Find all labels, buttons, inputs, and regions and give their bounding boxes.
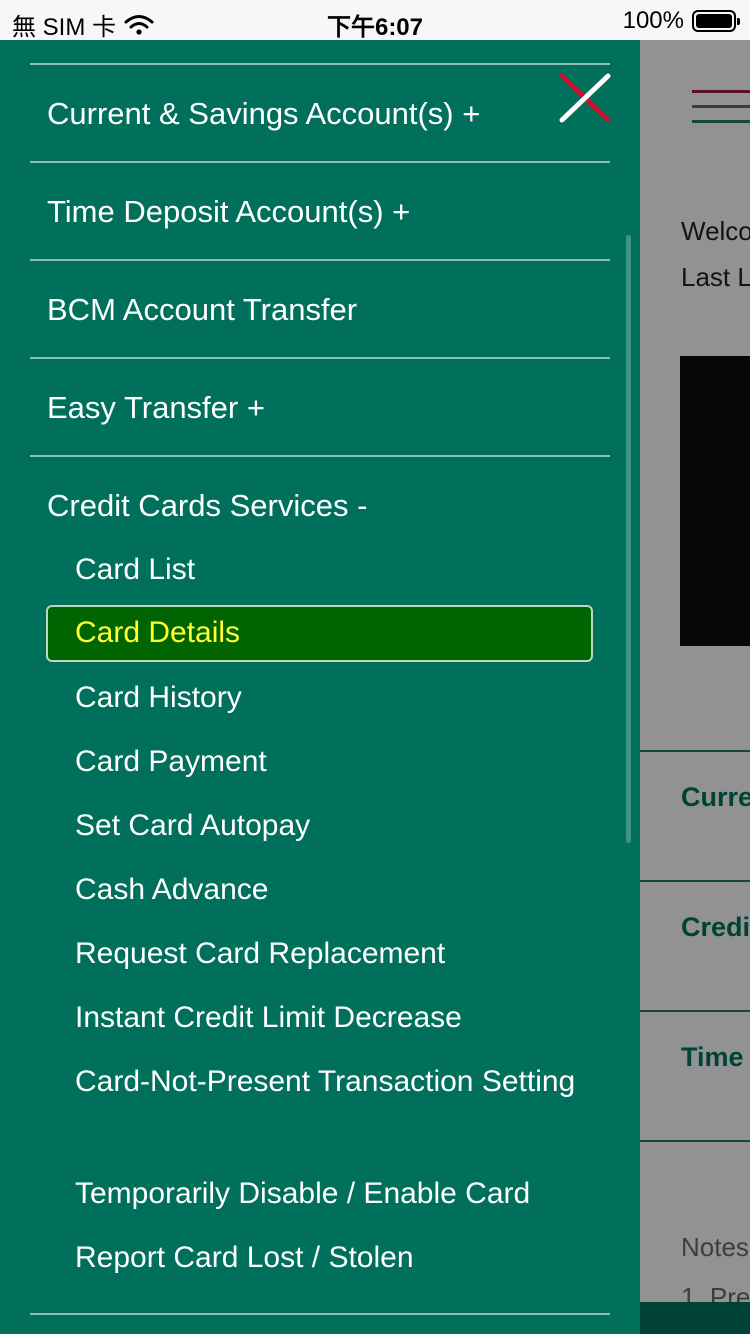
battery-icon xyxy=(692,10,740,32)
menu-item-current-savings[interactable]: Current & Savings Account(s) + xyxy=(47,96,480,132)
close-icon[interactable] xyxy=(556,70,616,124)
menu-divider xyxy=(30,259,610,261)
battery-percent: 100% xyxy=(622,7,684,34)
menu-item-credit-cards[interactable]: Credit Cards Services - xyxy=(47,488,367,524)
status-right: 100% xyxy=(622,7,740,35)
submenu-card-details-label: Card Details xyxy=(75,616,241,649)
menu-divider xyxy=(30,63,610,65)
status-bar: 無 SIM 卡 下午6:07 100% xyxy=(0,0,750,41)
menu-divider xyxy=(30,161,610,163)
menu-item-bcm-transfer[interactable]: BCM Account Transfer xyxy=(47,292,357,328)
submenu-cash-advance[interactable]: Cash Advance xyxy=(75,866,595,914)
submenu-card-details[interactable]: Card Details xyxy=(46,605,593,662)
submenu-disable-enable-card[interactable]: Temporarily Disable / Enable Card xyxy=(75,1170,595,1218)
menu-divider xyxy=(30,1313,610,1315)
menu-item-easy-transfer[interactable]: Easy Transfer + xyxy=(47,390,265,426)
menu-item-time-deposit[interactable]: Time Deposit Account(s) + xyxy=(47,194,410,230)
submenu-credit-limit-decrease[interactable]: Instant Credit Limit Decrease xyxy=(75,994,595,1042)
menu-divider xyxy=(30,357,610,359)
submenu-set-card-autopay[interactable]: Set Card Autopay xyxy=(75,802,595,850)
submenu-report-lost-stolen[interactable]: Report Card Lost / Stolen xyxy=(75,1234,595,1282)
drawer-scrollbar[interactable] xyxy=(626,235,631,843)
menu-divider xyxy=(30,455,610,457)
submenu-card-not-present-setting[interactable]: Card-Not-Present Transaction Setting xyxy=(75,1058,595,1106)
submenu-card-payment[interactable]: Card Payment xyxy=(75,738,595,786)
submenu-request-card-replacement[interactable]: Request Card Replacement xyxy=(75,930,595,978)
navigation-drawer: Current & Savings Account(s) + Time Depo… xyxy=(0,40,640,1334)
submenu-card-list[interactable]: Card List xyxy=(75,546,595,594)
submenu-card-history[interactable]: Card History xyxy=(75,674,595,722)
